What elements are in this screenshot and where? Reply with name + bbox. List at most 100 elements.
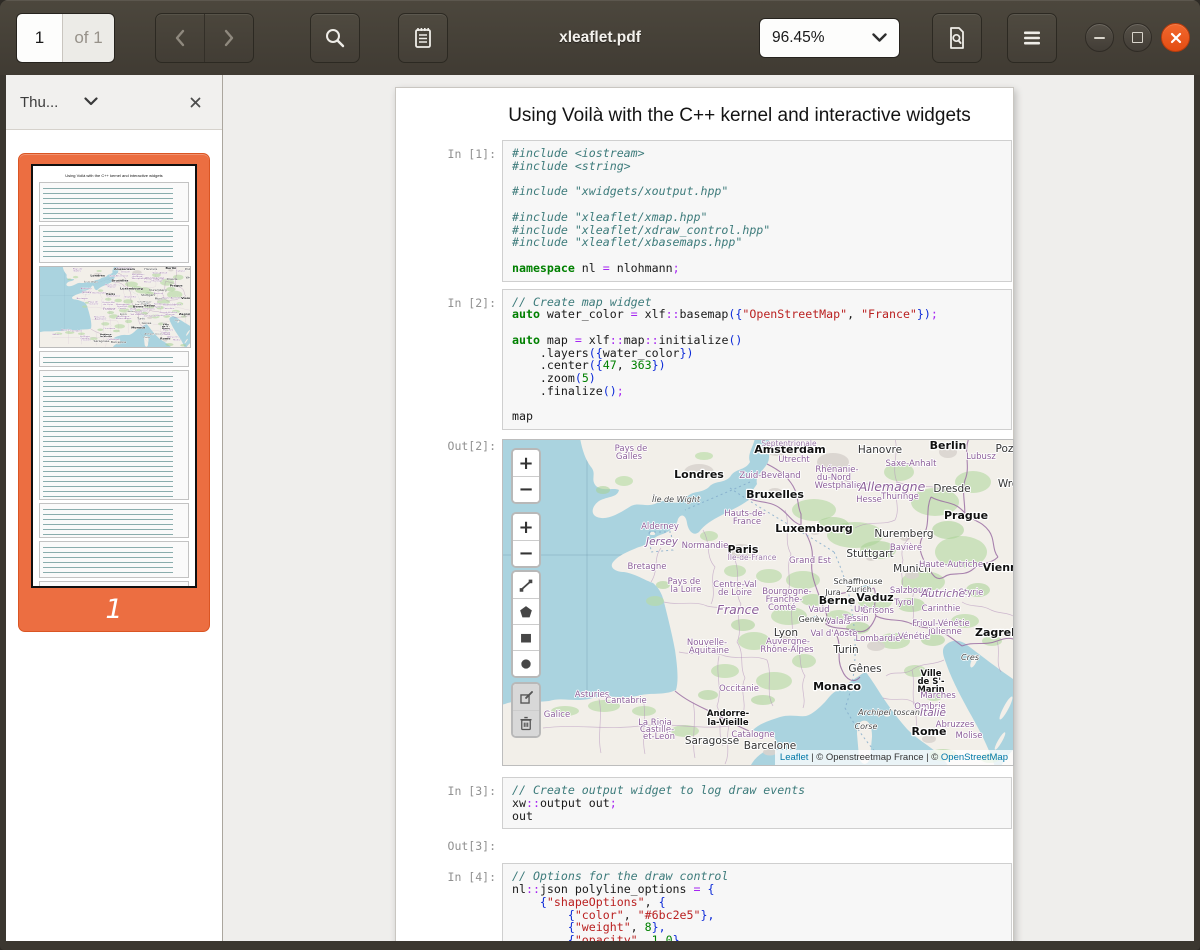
notepad-icon [412,26,434,50]
map-label: Haute-Autriche [919,560,983,570]
map-label: Zagreb [975,626,1013,639]
zoom-in-button[interactable]: + [513,450,539,476]
draw-polyline-button[interactable] [513,572,539,598]
document-canvas[interactable]: Using Voilà with the C++ kernel and inte… [223,75,1194,941]
sidebar-panel-label: Thu... [20,94,58,111]
zoom-in-button[interactable]: + [513,514,539,540]
page-number-control: 1 of 1 [16,13,115,63]
input-prompt: In [3]: [396,777,496,829]
map-label: Tessin [842,614,869,624]
page-total-label: of 1 [63,14,114,62]
maximize-icon [1132,32,1143,43]
window-title: xleaflet.pdf [559,29,641,47]
chevron-left-icon [174,29,186,47]
map-label: Vaud [808,605,829,615]
map-label: Autriche [920,588,965,600]
zoom-out-button[interactable]: − [513,540,539,566]
thumbnail-code-block [39,182,189,222]
close-button[interactable] [1161,23,1190,52]
code-block: // Create output widget to log draw even… [502,777,1012,829]
map-label: la Loire [671,585,702,595]
edit-layers-button[interactable] [513,684,539,710]
maximize-button[interactable] [1123,23,1152,52]
thumbnail-map [39,266,191,348]
thumbnail-code-block [39,503,189,538]
zoom-level-value: 96.45% [772,29,825,47]
page-number-input[interactable]: 1 [17,14,63,62]
zoom-level-select[interactable]: 96.45% [759,18,900,58]
zoom-out-button[interactable]: − [513,476,539,502]
rectangle-icon [517,629,535,647]
titlebar: 1 of 1 [0,0,1200,75]
map-label: Stuttgart [846,548,893,560]
map-label: de Loire [718,588,752,598]
map-label: Aquitaine [689,646,729,656]
map-label: Hesse [856,495,882,505]
map-label: Allemagne [858,479,926,494]
pdf-page: Using Voilà with the C++ kernel and inte… [395,87,1014,941]
map-label: Gênes [848,663,881,675]
code-block: // Options for the draw controlnl::json … [502,863,1012,941]
search-button[interactable] [310,13,360,63]
map-label: Île-de-France [728,553,777,562]
map-label: Bavière [890,542,922,553]
map-label: Vienne [983,561,1013,574]
minimize-icon [1094,37,1105,39]
map-label: Lubusz [966,452,996,462]
thumbnail-title-text: Using Voilà with the C++ kernel and inte… [39,173,189,178]
map-label: Catalogne [731,730,774,740]
map-label: Nuremberg [874,528,933,540]
leaflet-map-widget[interactable]: AmsterdamBerlinLondresBruxellesPragueLux… [502,439,1014,766]
leaflet-link[interactable]: Leaflet [780,752,809,763]
map-label: Carinthie [922,604,961,614]
map-label: Londres [674,468,724,481]
edit-icon [518,689,535,706]
next-page-button[interactable] [204,14,253,62]
minimize-button[interactable] [1085,23,1114,52]
openstreetmap-link[interactable]: OpenStreetMap [941,752,1008,763]
map-label: Cres [961,653,979,662]
chevron-right-icon [223,29,235,47]
draw-rectangle-button[interactable] [513,624,539,650]
map-label: julienne [927,627,962,637]
map-label: Alderney [641,522,679,532]
draw-polygon-button[interactable] [513,598,539,624]
thumbnail-code-block [39,351,189,367]
draw-circle-button[interactable] [513,650,539,676]
map-attribution: Leaflet | © Openstreetmap France | © Ope… [775,750,1013,765]
sidebar-header: Thu... [6,75,222,130]
sidebar-close-button[interactable] [182,89,208,115]
delete-layers-button[interactable] [513,710,539,736]
zoom-control-2: + − [511,512,541,568]
map-label: et-León [643,731,675,742]
map-label: Archipel toscan [857,708,920,717]
thumbnail-code-block [39,541,189,578]
openstreetmap-basemap[interactable]: AmsterdamBerlinLondresBruxellesPragueLux… [503,440,1013,765]
sidebar-panel-dropdown[interactable] [84,93,98,111]
notebook-title: Using Voilà with the C++ kernel and inte… [466,105,1013,127]
map-label: Dresde [933,483,970,495]
map-label: Luxembourg [775,522,852,535]
map-label: Galice [544,710,570,720]
notebook-cell-out3: Out[3]: [396,839,1013,853]
map-label: Jersey [644,536,679,548]
polyline-icon [517,576,535,594]
menu-button[interactable] [1007,13,1057,63]
annotations-button[interactable] [398,13,448,63]
notebook-cell-out2: Out[2]: [396,439,1013,766]
map-label: Jura [824,588,841,597]
circle-icon [517,655,535,673]
map-label: Grand Est [789,556,832,566]
map-label: Bruxelles [746,488,804,501]
thumbnail-page-1-selected[interactable]: Using Voilà with the C++ kernel and inte… [18,153,210,632]
document-properties-button[interactable] [932,13,982,63]
close-icon [190,97,201,108]
chevron-down-icon [84,97,98,106]
map-label: Italie [920,707,946,719]
map-label: Île de Wight [652,493,701,504]
thumbnail-code-block [39,370,189,500]
map-label: la-Vieille [707,718,748,728]
previous-page-button[interactable] [156,14,204,62]
close-icon [1170,32,1182,44]
map-label: Lombardie [855,634,900,644]
